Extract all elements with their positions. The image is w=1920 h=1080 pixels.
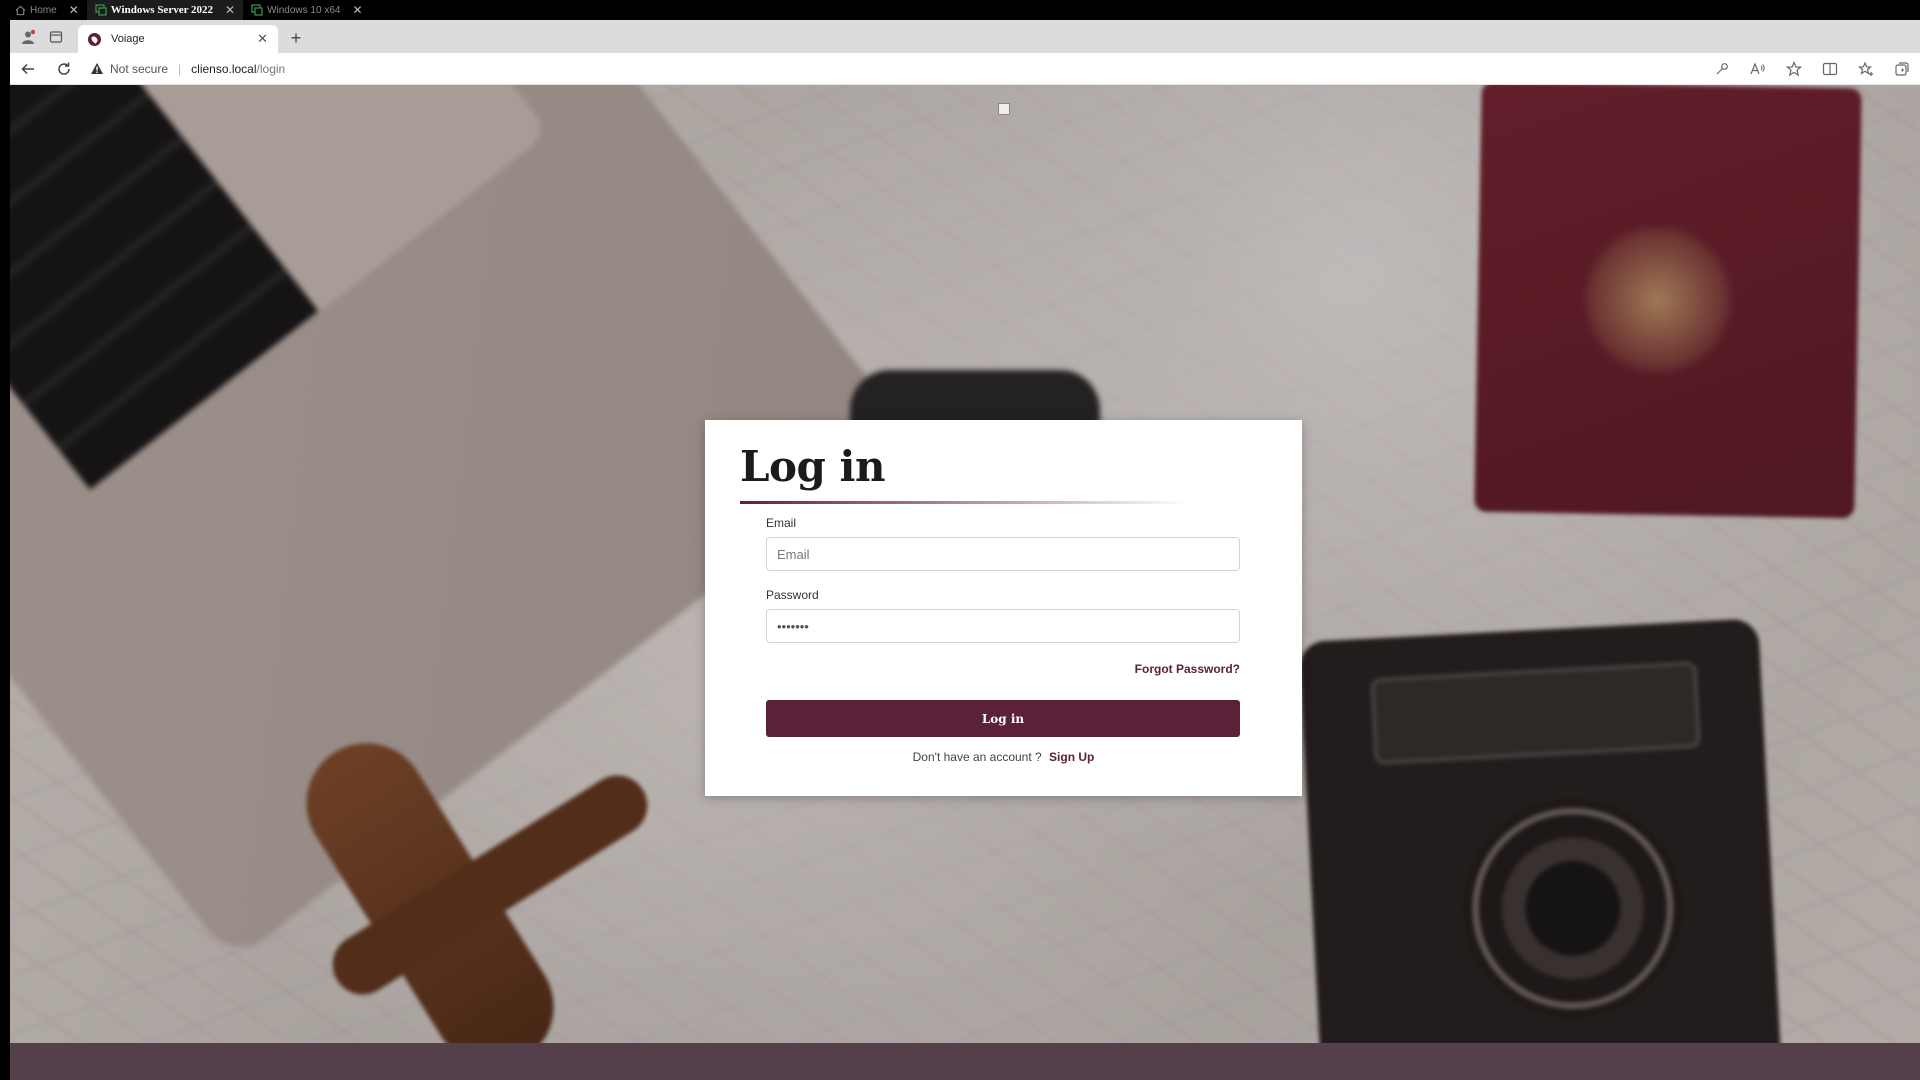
password-label: Password xyxy=(766,588,819,602)
password-field[interactable] xyxy=(766,609,1240,643)
refresh-button[interactable] xyxy=(46,53,82,85)
toolbar-tools xyxy=(1704,53,1920,85)
forgot-password-link[interactable]: Forgot Password? xyxy=(1135,662,1240,676)
new-tab-button[interactable]: + xyxy=(282,24,310,52)
key-icon[interactable] xyxy=(1704,53,1740,85)
vm-tab-windows-10[interactable]: Windows 10 x64 ✕ xyxy=(243,0,370,20)
page-title: Log in xyxy=(740,442,886,491)
profile-icon[interactable] xyxy=(14,23,42,51)
vm-icon xyxy=(251,4,263,16)
favorite-star-icon[interactable] xyxy=(1776,53,1812,85)
signup-prompt: Don't have an account ? xyxy=(912,750,1042,764)
browser-window: Voiage ✕ + Not secure | clienso.local/lo… xyxy=(10,20,1920,1080)
vm-tab-strip: Home ✕ Windows Server 2022 ✕ Windows 10 … xyxy=(0,0,1920,20)
signup-link[interactable]: Sign Up xyxy=(1049,750,1094,764)
login-button[interactable]: Log in xyxy=(766,700,1240,737)
page-viewport: Log in Email Password Forgot Password? L… xyxy=(10,85,1920,1080)
close-tab-icon[interactable]: ✕ xyxy=(257,31,268,47)
browser-tab-active[interactable]: Voiage ✕ xyxy=(78,25,278,53)
email-label: Email xyxy=(766,516,797,530)
signup-row: Don't have an account ? Sign Up xyxy=(705,750,1302,764)
home-icon xyxy=(14,4,26,16)
close-icon[interactable]: ✕ xyxy=(352,3,362,17)
vm-icon xyxy=(95,4,107,16)
page-footer xyxy=(10,1043,1920,1080)
url-host: clienso.local xyxy=(191,61,257,76)
address-separator: | xyxy=(178,61,182,76)
tab-actions-icon[interactable] xyxy=(42,23,70,51)
broken-image-icon xyxy=(998,103,1010,115)
close-icon[interactable]: ✕ xyxy=(69,3,79,17)
browser-tab-strip: Voiage ✕ + xyxy=(10,20,1920,53)
split-screen-icon[interactable] xyxy=(1812,53,1848,85)
address-bar[interactable]: Not secure | clienso.local/login xyxy=(90,56,1704,82)
favorites-icon[interactable] xyxy=(1848,53,1884,85)
vm-tab-label: Windows Server 2022 xyxy=(110,4,214,16)
title-divider xyxy=(740,501,1190,504)
warning-icon[interactable] xyxy=(90,62,104,75)
close-icon[interactable]: ✕ xyxy=(225,3,235,18)
back-button[interactable] xyxy=(10,53,46,85)
vm-tab-home[interactable]: Home ✕ xyxy=(6,0,87,20)
browser-toolbar: Not secure | clienso.local/login xyxy=(10,53,1920,85)
site-favicon-icon xyxy=(88,32,101,46)
login-card: Log in Email Password Forgot Password? L… xyxy=(705,420,1302,796)
email-field[interactable] xyxy=(766,537,1240,571)
security-label[interactable]: Not secure xyxy=(110,62,168,76)
vm-tab-label: Windows 10 x64 xyxy=(267,4,341,16)
vm-tab-label: Home xyxy=(30,4,57,16)
browser-tab-title: Voiage xyxy=(111,33,145,45)
collections-icon[interactable] xyxy=(1884,53,1920,85)
read-aloud-icon[interactable] xyxy=(1740,53,1776,85)
vm-tab-windows-server[interactable]: Windows Server 2022 ✕ xyxy=(86,0,244,20)
url-path: /login xyxy=(256,61,286,76)
